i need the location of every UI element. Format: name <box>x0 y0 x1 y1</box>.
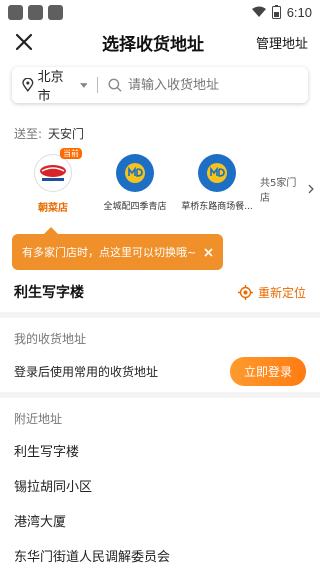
more-stores-button[interactable]: 共5家门店 <box>260 174 314 204</box>
login-button[interactable]: 立即登录 <box>229 357 306 386</box>
store-name: 全城配四季青店 <box>103 202 167 212</box>
store-list: 当前 朝菜店 全城配四季青店 草桥东路商场餐... 共5家门店 <box>0 148 320 234</box>
city-selector[interactable]: 北京市 <box>22 66 88 104</box>
location-pin-icon <box>22 78 34 92</box>
nearby-address-item[interactable]: 东华门街道人民调解委员会 <box>0 538 320 568</box>
close-button[interactable] <box>12 30 36 54</box>
locate-target-icon <box>237 284 253 300</box>
status-bar: 6:10 <box>0 0 320 24</box>
wumart-logo-icon <box>34 154 72 192</box>
current-badge: 当前 <box>60 148 82 159</box>
store-item-current[interactable]: 当前 朝菜店 <box>14 148 92 214</box>
search-bar: 北京市 <box>12 66 308 104</box>
relocate-label: 重新定位 <box>257 285 306 300</box>
manage-address-button[interactable]: 管理地址 <box>256 33 308 52</box>
nearby-title: 附近地址 <box>14 412 63 426</box>
nearby-address-item[interactable]: 锡拉胡同小区 <box>0 468 320 503</box>
close-icon <box>15 33 33 51</box>
search-input[interactable] <box>128 77 298 93</box>
store-item[interactable]: 草桥东路商场餐... <box>178 148 256 212</box>
send-to-label: 送至: <box>14 127 43 141</box>
current-location-name: 利生写字楼 <box>14 285 84 301</box>
my-address-section: 我的收货地址 登录后使用常用的收货地址 立即登录 <box>0 318 320 392</box>
divider <box>97 77 99 93</box>
search-section: 北京市 <box>0 60 320 111</box>
tooltip-text: 有多家门店时，点这里可以切换哦~ <box>22 246 197 259</box>
nearby-address-item[interactable]: 港湾大厦 <box>0 503 320 538</box>
clock: 6:10 <box>286 4 312 20</box>
mdl-logo-icon <box>198 154 236 192</box>
store-item[interactable]: 全城配四季青店 <box>96 148 174 212</box>
search-icon <box>108 78 122 92</box>
notification-icon <box>8 4 23 20</box>
current-location[interactable]: 利生写字楼 重新定位 <box>0 272 320 312</box>
dropdown-arrow-icon <box>79 82 88 88</box>
store-name: 朝菜店 <box>38 203 68 214</box>
my-address-hint: 登录后使用常用的收货地址 <box>14 365 159 379</box>
switch-store-tooltip: 有多家门店时，点这里可以切换哦~ <box>12 227 224 270</box>
my-address-row: 登录后使用常用的收货地址 立即登录 <box>14 357 306 386</box>
store-name: 草桥东路商场餐... <box>181 202 253 212</box>
status-indicators: 6:10 <box>251 4 312 20</box>
city-label: 北京市 <box>37 70 64 104</box>
close-tooltip-icon[interactable] <box>204 247 213 257</box>
send-to-place: 天安门 <box>48 127 85 141</box>
nearby-address-section: 附近地址 利生写字楼 锡拉胡同小区 港湾大厦 东华门街道人民调解委员会 <box>0 398 320 568</box>
page-title: 选择收货地址 <box>101 34 204 55</box>
mdl-logo-icon <box>116 154 154 192</box>
chevron-right-icon <box>308 184 314 194</box>
send-to: 送至: 天安门 <box>0 111 320 148</box>
relocate-button[interactable]: 重新定位 <box>237 284 306 301</box>
nearby-address-item[interactable]: 利生写字楼 <box>0 433 320 468</box>
status-notifications <box>8 4 63 20</box>
my-address-title: 我的收货地址 <box>14 332 87 346</box>
notification-icon <box>48 4 63 20</box>
more-stores-label: 共5家门店 <box>260 178 297 204</box>
header: 选择收货地址 管理地址 <box>0 24 320 60</box>
notification-icon <box>28 4 43 20</box>
battery-icon <box>271 5 281 19</box>
wifi-icon <box>251 6 266 17</box>
